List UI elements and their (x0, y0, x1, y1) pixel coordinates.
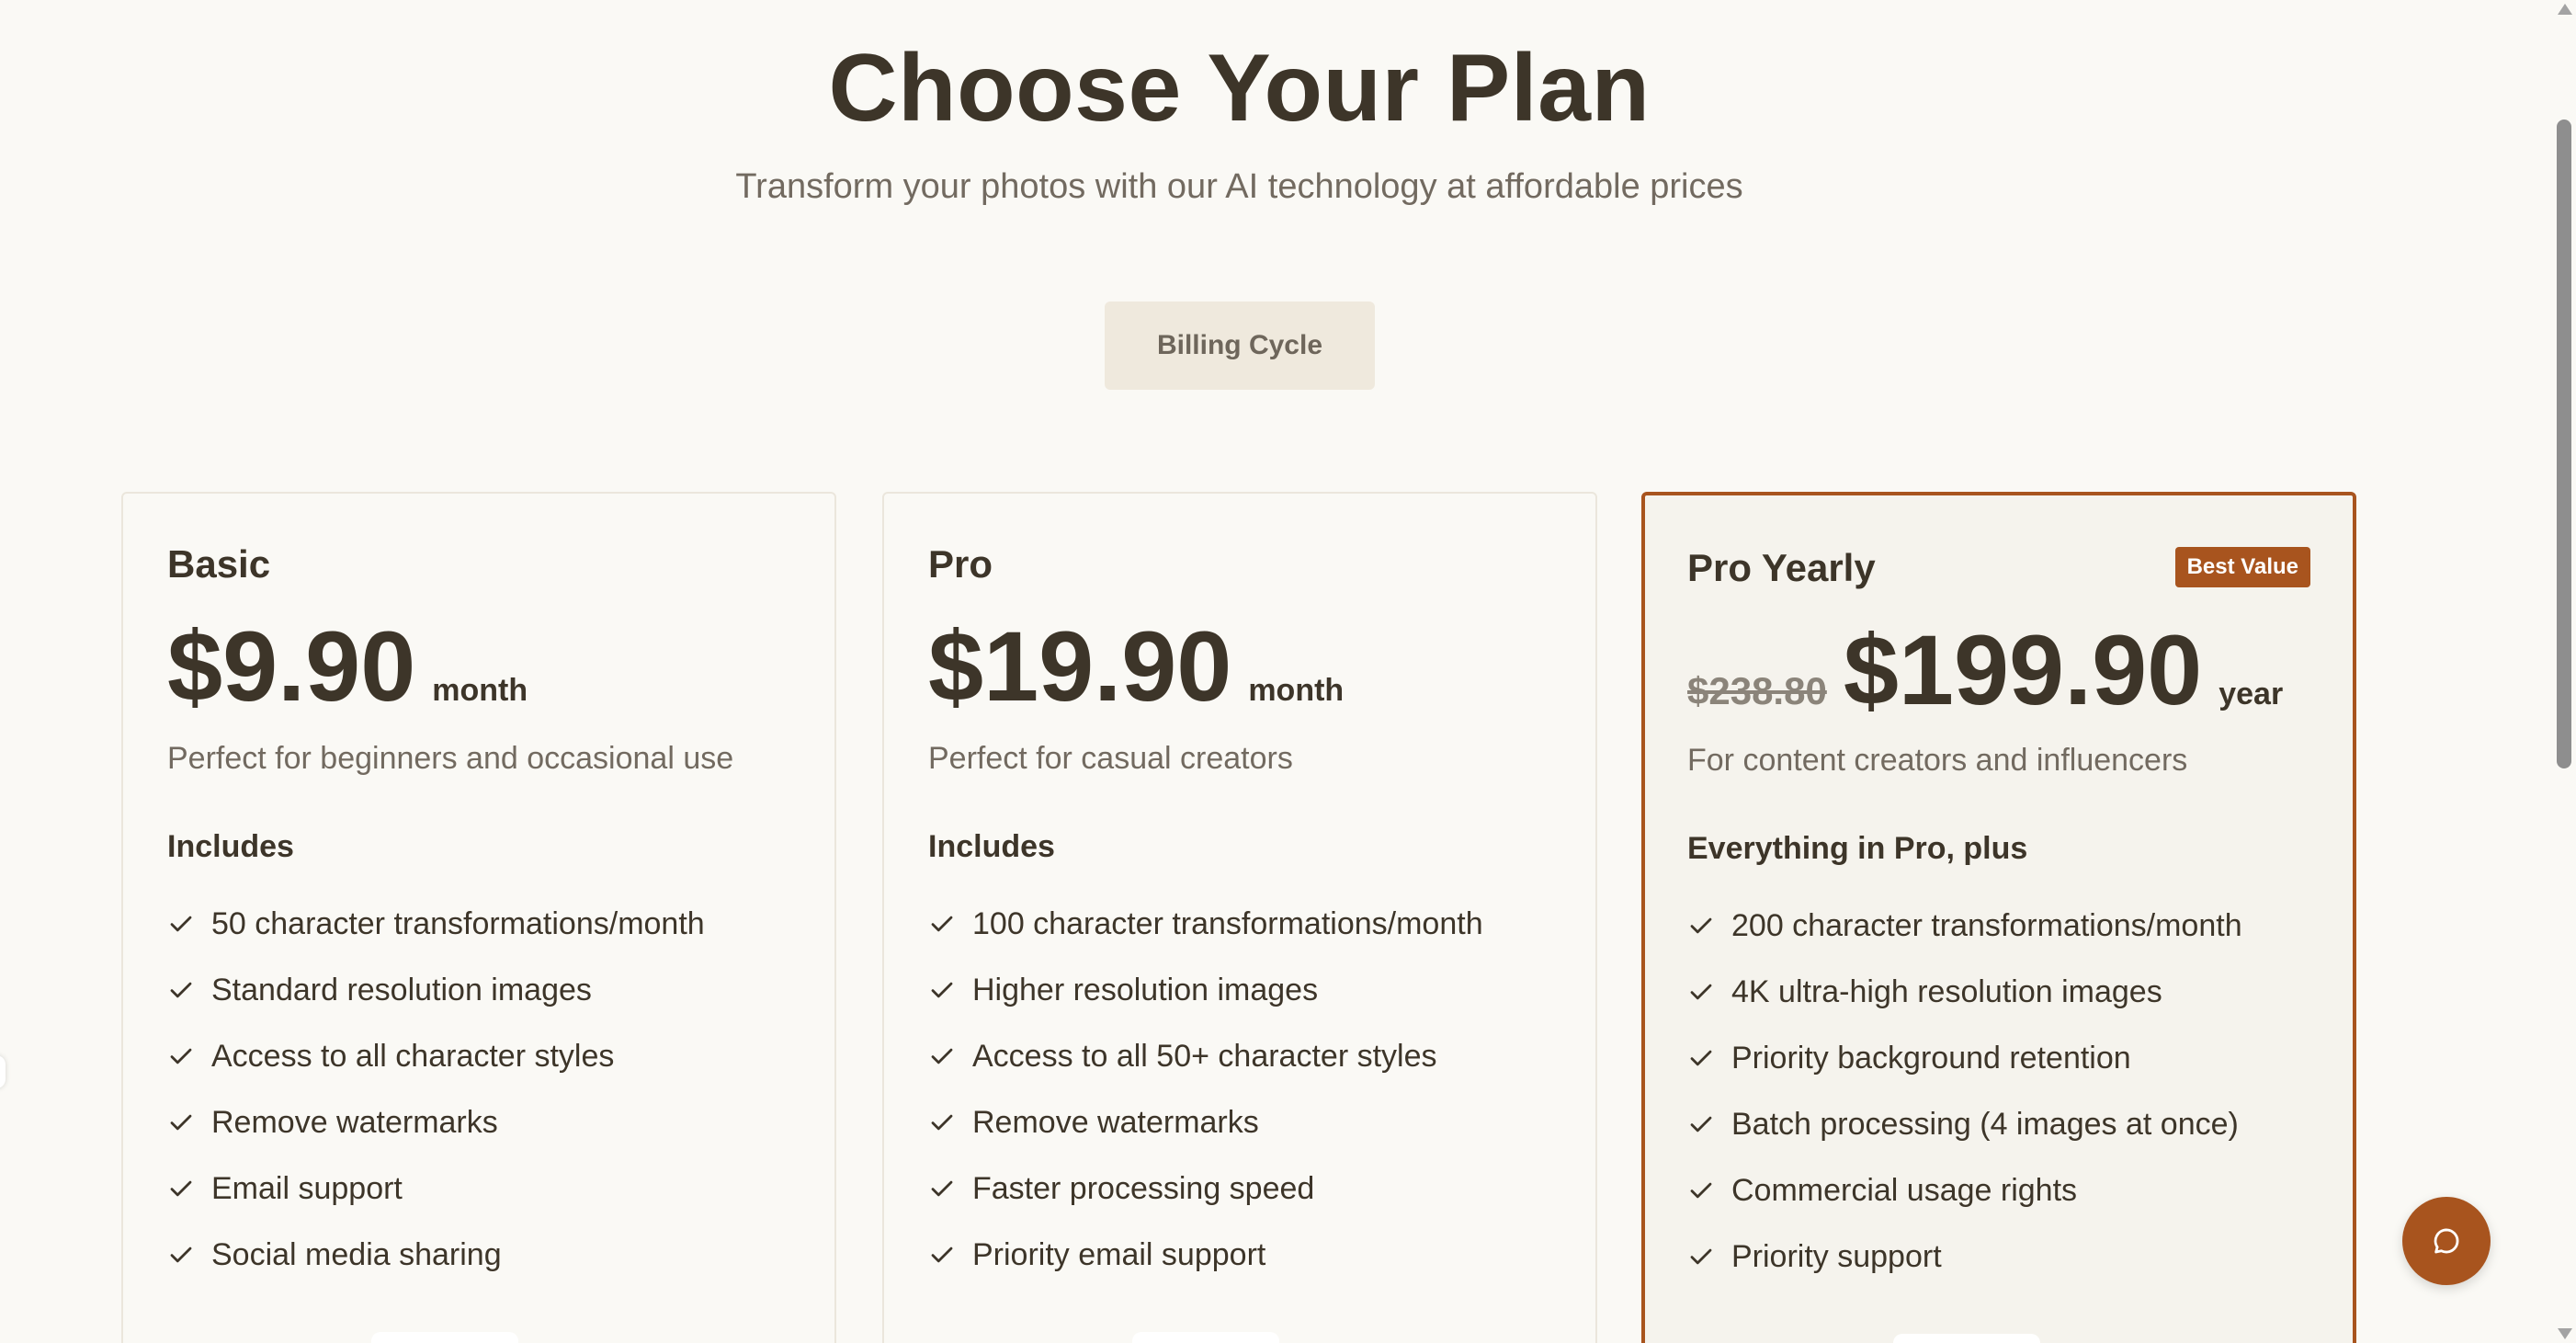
feature-text: Remove watermarks (972, 1104, 1259, 1140)
plan-description: For content creators and influencers (1687, 743, 2188, 778)
feature-text: Priority support (1731, 1238, 1942, 1274)
page-title: Choose Your Plan (828, 35, 1651, 142)
check-icon (1690, 1248, 1712, 1265)
check-icon (931, 1180, 953, 1197)
select-plan-button[interactable] (1893, 1334, 2040, 1343)
check-icon (1690, 1182, 1712, 1199)
plan-card-pro: Pro $19.90 month Perfect for casual crea… (882, 492, 1597, 1343)
side-drawer-handle[interactable] (0, 1055, 6, 1088)
feature-item: Priority support (1687, 1223, 2242, 1290)
feature-item: 50 character transformations/month (167, 891, 705, 957)
feature-text: 4K ultra-high resolution images (1731, 973, 2162, 1009)
check-icon (170, 982, 192, 998)
check-icon (931, 916, 953, 932)
select-plan-button[interactable] (1132, 1332, 1279, 1343)
feature-text: Remove watermarks (211, 1104, 498, 1140)
plan-card-pro-yearly: Pro Yearly Best Value $238.80 $199.90 ye… (1641, 492, 2356, 1343)
feature-item: Priority email support (928, 1222, 1483, 1288)
check-icon (1690, 917, 1712, 934)
plan-period: month (432, 673, 528, 708)
check-icon (1690, 1050, 1712, 1066)
feature-list: 200 character transformations/month 4K u… (1687, 893, 2242, 1290)
plan-price: $19.90 (928, 610, 1232, 722)
feature-item: Batch processing (4 images at once) (1687, 1091, 2242, 1157)
feature-item: Access to all 50+ character styles (928, 1023, 1483, 1089)
feature-list: 50 character transformations/month Stand… (167, 891, 705, 1288)
pricing-page: Choose Your Plan Transform your photos w… (0, 0, 2576, 1343)
check-icon (170, 1180, 192, 1197)
vertical-scrollbar[interactable] (2552, 0, 2576, 1343)
check-icon (170, 1246, 192, 1263)
feature-item: Faster processing speed (928, 1155, 1483, 1222)
feature-item: 4K ultra-high resolution images (1687, 959, 2242, 1025)
plan-name: Pro (928, 542, 993, 586)
feature-text: Higher resolution images (972, 972, 1319, 1007)
original-price: $238.80 (1687, 669, 1827, 712)
check-icon (170, 1114, 192, 1131)
plan-price: $9.90 (167, 610, 416, 722)
check-icon (931, 1246, 953, 1263)
feature-item: 200 character transformations/month (1687, 893, 2242, 959)
feature-text: Standard resolution images (211, 972, 592, 1007)
includes-heading: Includes (167, 829, 294, 864)
feature-text: Access to all character styles (211, 1038, 615, 1074)
feature-text: Social media sharing (211, 1236, 502, 1272)
feature-item: 100 character transformations/month (928, 891, 1483, 957)
price-row: $9.90 month (167, 611, 528, 722)
includes-heading: Everything in Pro, plus (1687, 831, 2028, 866)
best-value-badge: Best Value (2174, 547, 2310, 587)
feature-item: Social media sharing (167, 1222, 705, 1288)
plan-description: Perfect for casual creators (928, 741, 1293, 776)
check-icon (170, 916, 192, 932)
plan-name: Basic (167, 542, 271, 586)
chat-bubble-icon (2434, 1228, 2459, 1254)
feature-item: Commercial usage rights (1687, 1157, 2242, 1223)
check-icon (1690, 984, 1712, 1000)
feature-item: Priority background retention (1687, 1025, 2242, 1091)
plan-period: year (2219, 677, 2284, 711)
feature-text: Access to all 50+ character styles (972, 1038, 1437, 1074)
feature-text: 100 character transformations/month (972, 905, 1483, 941)
chat-button[interactable] (2402, 1197, 2491, 1285)
includes-heading: Includes (928, 829, 1055, 864)
feature-text: Email support (211, 1170, 403, 1206)
scroll-down-arrow-icon[interactable] (2558, 1328, 2572, 1339)
check-icon (931, 1048, 953, 1064)
feature-item: Standard resolution images (167, 957, 705, 1023)
feature-text: Priority background retention (1731, 1040, 2131, 1076)
feature-item: Email support (167, 1155, 705, 1222)
plan-description: Perfect for beginners and occasional use (167, 741, 734, 776)
select-plan-button[interactable] (371, 1332, 518, 1343)
feature-item: Higher resolution images (928, 957, 1483, 1023)
billing-cycle-button[interactable]: Billing Cycle (1105, 302, 1375, 390)
feature-item: Remove watermarks (167, 1089, 705, 1155)
check-icon (931, 982, 953, 998)
feature-text: Priority email support (972, 1236, 1266, 1272)
plan-name: Pro Yearly (1687, 546, 1876, 589)
price-row: $19.90 month (928, 611, 1344, 722)
scrollbar-thumb[interactable] (2557, 120, 2571, 768)
check-icon (1690, 1116, 1712, 1132)
check-icon (170, 1048, 192, 1064)
plan-period: month (1248, 673, 1345, 708)
feature-text: Batch processing (4 images at once) (1731, 1106, 2239, 1142)
feature-list: 100 character transformations/month High… (928, 891, 1483, 1288)
check-icon (931, 1114, 953, 1131)
plan-price: $199.90 (1843, 614, 2203, 725)
feature-text: Faster processing speed (972, 1170, 1315, 1206)
feature-text: 200 character transformations/month (1731, 907, 2242, 943)
scroll-up-arrow-icon[interactable] (2558, 4, 2572, 15)
feature-item: Remove watermarks (928, 1089, 1483, 1155)
feature-text: 50 character transformations/month (211, 905, 705, 941)
page-subtitle: Transform your photos with our AI techno… (735, 167, 1743, 206)
plan-card-basic: Basic $9.90 month Perfect for beginners … (121, 492, 836, 1343)
feature-item: Access to all character styles (167, 1023, 705, 1089)
price-row: $238.80 $199.90 year (1687, 615, 2283, 725)
feature-text: Commercial usage rights (1731, 1172, 2078, 1208)
